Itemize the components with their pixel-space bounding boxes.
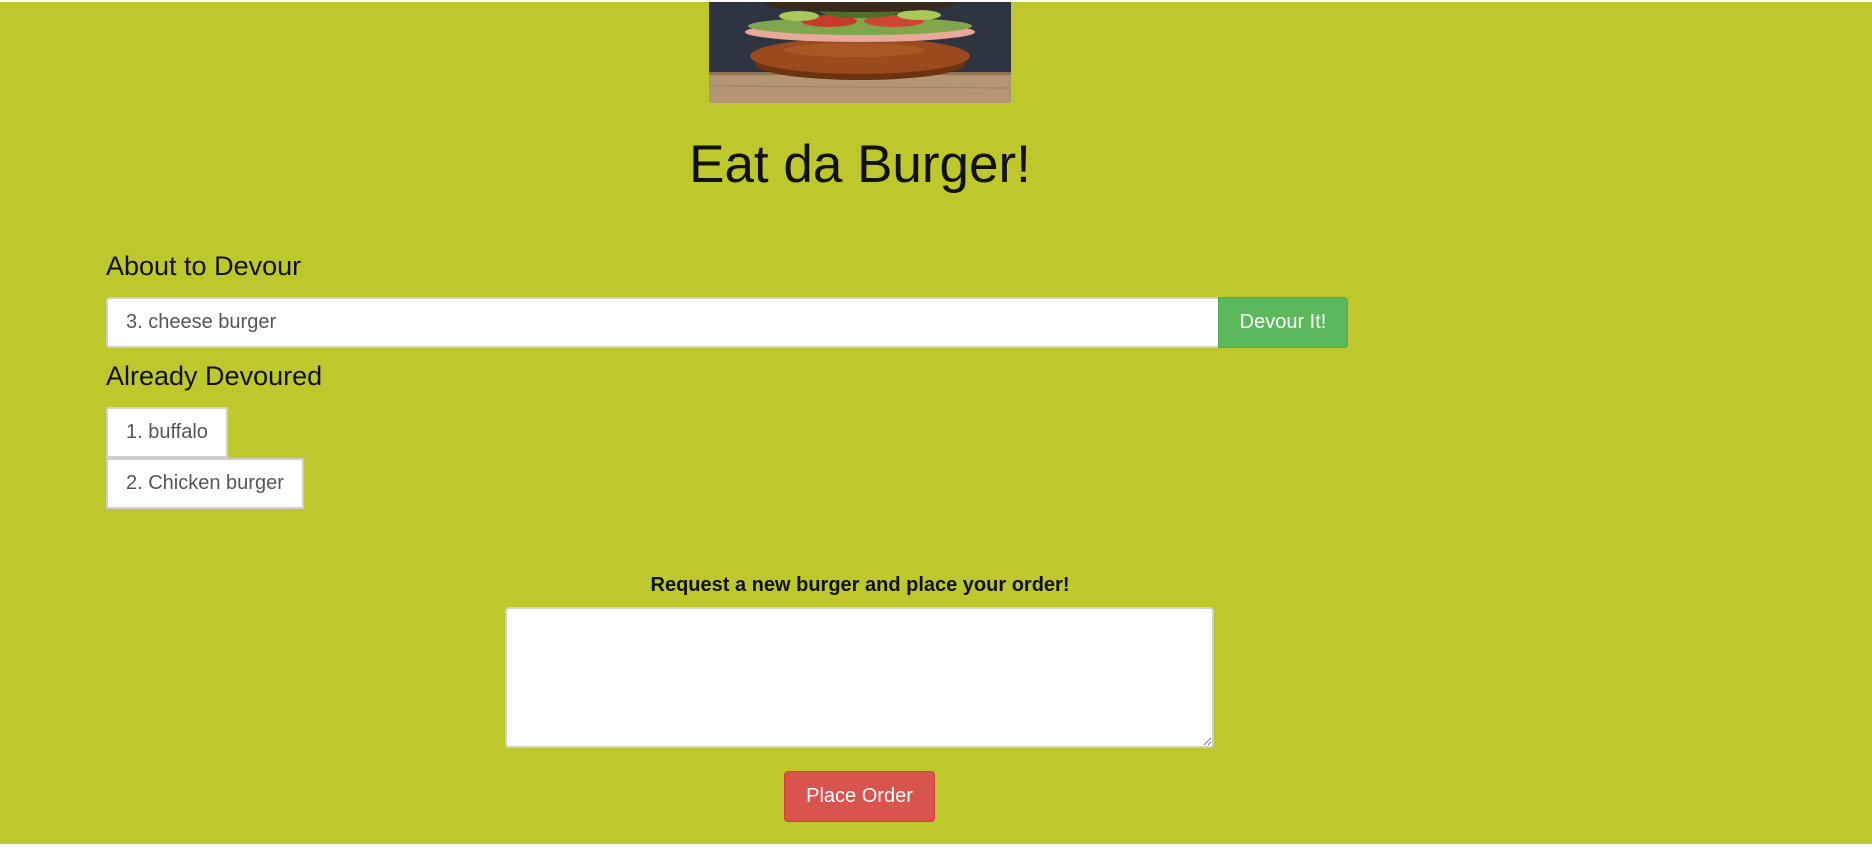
place-order-button[interactable]: Place Order xyxy=(784,771,935,822)
devour-burger-name: 3. cheese burger xyxy=(106,297,1218,348)
burger-hero-image xyxy=(709,2,1011,103)
devour-it-button[interactable]: Devour It! xyxy=(1218,297,1348,348)
page-background: Eat da Burger! About to Devour 3. cheese… xyxy=(0,2,1872,844)
burger-photo xyxy=(709,2,1011,103)
page-title: Eat da Burger! xyxy=(689,135,1031,194)
burger-name-textarea[interactable] xyxy=(505,607,1214,748)
devour-list-item: 3. cheese burger Devour It! xyxy=(106,297,1348,348)
devoured-item: 1. buffalo xyxy=(106,407,228,458)
order-form-label: Request a new burger and place your orde… xyxy=(650,574,1070,596)
already-devoured-heading: Already Devoured xyxy=(106,361,323,391)
devoured-item: 2. Chicken burger xyxy=(106,458,304,509)
about-to-devour-heading: About to Devour xyxy=(106,251,302,281)
